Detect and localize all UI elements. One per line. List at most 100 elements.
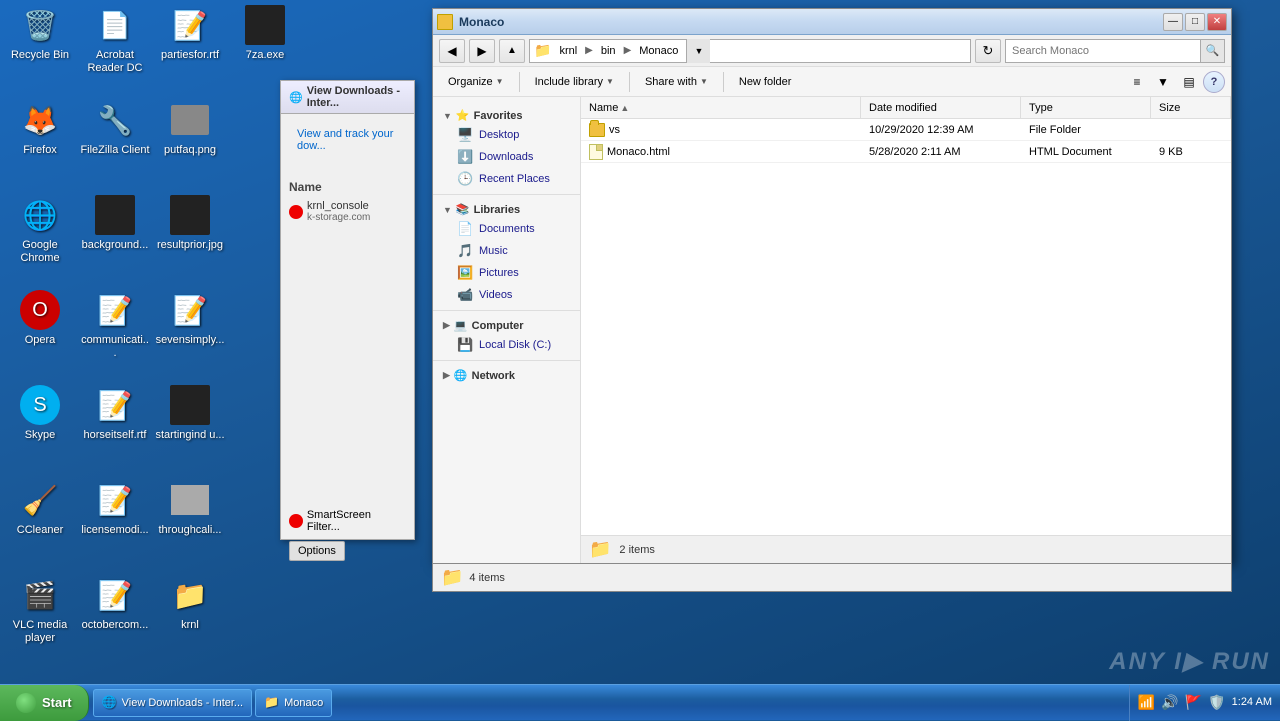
view-dropdown-button[interactable]: ▼ <box>1151 71 1175 93</box>
file-name-vs: vs <box>609 124 620 136</box>
downloads-panel-title-text: View Downloads - Inter... <box>307 85 406 109</box>
libraries-header[interactable]: ▼ 📚 Libraries <box>433 199 580 218</box>
search-input[interactable] <box>1006 45 1200 57</box>
organize-dropdown-arrow: ▼ <box>496 77 504 86</box>
help-button[interactable]: ? <box>1203 71 1225 93</box>
organize-button[interactable]: Organize ▼ <box>439 70 513 94</box>
address-dropdown-button[interactable]: ▼ <box>686 39 710 63</box>
desktop-icon-putfaq[interactable]: putfaq.png <box>155 100 225 157</box>
octobercom-icon: 📝 <box>95 575 135 615</box>
libraries-label: Libraries <box>474 204 520 216</box>
taskbar-tray: 📶 🔊 🚩 🛡️ 1:24 AM <box>1129 685 1280 721</box>
favorites-label: Favorites <box>474 110 523 122</box>
desktop-icon-octobercom[interactable]: 📝 octobercom... <box>80 575 150 632</box>
videos-nav-icon: 📹 <box>457 287 473 303</box>
share-with-dropdown-arrow: ▼ <box>700 77 708 86</box>
recent-nav-icon: 🕒 <box>457 171 473 187</box>
desktop-icon-ccleaner[interactable]: 🧹 CCleaner <box>5 480 75 537</box>
desktop-icon-firefox[interactable]: 🦊 Firefox <box>5 100 75 157</box>
sevensimply-label: sevensimply... <box>155 334 225 347</box>
nav-item-music[interactable]: 🎵 Music <box>433 240 580 262</box>
address-crumb-krnl[interactable]: krnl <box>555 40 581 62</box>
col-header-date[interactable]: Date modified <box>861 97 1021 118</box>
favorites-header[interactable]: ▼ ⭐ Favorites <box>433 105 580 124</box>
file-list: Name ▲ Date modified Type Size <box>581 97 1231 563</box>
taskbar-explorer-item[interactable]: 📁 Monaco <box>255 689 332 717</box>
desktop-icon-horseitself[interactable]: 📝 horseitself.rtf <box>80 385 150 442</box>
desktop-icon-throughcali[interactable]: throughcali... <box>155 480 225 537</box>
desktop-icon-vlc[interactable]: 🎬 VLC media player <box>5 575 75 645</box>
nav-local-disk-label: Local Disk (C:) <box>479 339 551 351</box>
nav-item-downloads[interactable]: ⬇️ Downloads <box>433 146 580 168</box>
refresh-button[interactable]: ↻ <box>975 39 1001 63</box>
network-header[interactable]: ▶ 🌐 Network <box>433 365 580 384</box>
nav-item-local-disk[interactable]: 💾 Local Disk (C:) <box>433 334 580 356</box>
col-header-name[interactable]: Name ▲ <box>581 97 861 118</box>
nav-item-recent[interactable]: 🕒 Recent Places <box>433 168 580 190</box>
desktop-icon-acrobat[interactable]: 📄 Acrobat Reader DC <box>80 5 150 75</box>
network-label: Network <box>472 370 515 382</box>
desktop-icon-communicati[interactable]: 📝 communicati... <box>80 290 150 360</box>
download-item[interactable]: krnl_console k-storage.com <box>289 198 406 225</box>
nav-item-documents[interactable]: 📄 Documents <box>433 218 580 240</box>
preview-pane-button[interactable]: ▤ <box>1177 71 1201 93</box>
status2-folder-icon: 📁 <box>441 567 463 588</box>
start-button[interactable]: Start <box>0 685 89 721</box>
desktop-icon-skype[interactable]: S Skype <box>5 385 75 442</box>
explorer-toolbar: ◀ ▶ ▲ 📁 krnl ▶ bin ▶ Monaco ▼ ↻ 🔍 <box>433 35 1231 67</box>
taskbar-ie-item[interactable]: 🌐 View Downloads - Inter... <box>93 689 252 717</box>
skype-icon: S <box>20 385 60 425</box>
options-button[interactable]: Options <box>289 541 345 561</box>
taskbar: Start 🌐 View Downloads - Inter... 📁 Mona… <box>0 684 1280 720</box>
file-date-vs: 10/29/2020 12:39 AM <box>869 124 974 136</box>
tray-network-icon[interactable]: 📶 <box>1138 694 1155 711</box>
desktop-icon-startingind[interactable]: startingind u... <box>155 385 225 442</box>
share-with-button[interactable]: Share with ▼ <box>636 70 717 94</box>
putfaq-icon <box>170 100 210 140</box>
desktop-icon-filezilla[interactable]: 🔧 FileZilla Client <box>80 100 150 157</box>
nav-item-pictures[interactable]: 🖼️ Pictures <box>433 262 580 284</box>
maximize-button[interactable]: □ <box>1185 13 1205 31</box>
close-button[interactable]: ✕ <box>1207 13 1227 31</box>
download-filename: krnl_console <box>307 200 370 212</box>
back-button[interactable]: ◀ <box>439 39 465 63</box>
desktop-icon-background[interactable]: background... <box>80 195 150 252</box>
file-date-monaco: 5/28/2020 2:11 AM <box>869 146 961 158</box>
tray-security-icon[interactable]: 🛡️ <box>1208 694 1225 711</box>
horseitself-label: horseitself.rtf <box>80 429 150 442</box>
tray-volume-icon[interactable]: 🔊 <box>1161 694 1178 711</box>
up-button[interactable]: ▲ <box>499 39 525 63</box>
desktop-icon-licensemod[interactable]: 📝 licensemodi... <box>80 480 150 537</box>
address-bar[interactable]: 📁 krnl ▶ bin ▶ Monaco ▼ <box>529 39 971 63</box>
nav-item-desktop[interactable]: 🖥️ Desktop <box>433 124 580 146</box>
file-row-vs[interactable]: vs 10/29/2020 12:39 AM File Folder <box>581 119 1231 141</box>
nav-item-videos[interactable]: 📹 Videos <box>433 284 580 306</box>
address-crumb-bin[interactable]: bin <box>597 40 620 62</box>
desktop-icon-opera[interactable]: O Opera <box>5 290 75 347</box>
desktop-icon-partiesfor[interactable]: 📝 partiesfor.rtf <box>155 5 225 62</box>
smartscreen-item[interactable]: SmartScreen Filter... <box>289 509 406 533</box>
minimize-button[interactable]: — <box>1163 13 1183 31</box>
new-folder-button[interactable]: New folder <box>730 70 801 94</box>
col-header-size[interactable]: Size <box>1151 97 1231 118</box>
address-crumb-monaco[interactable]: Monaco <box>635 40 682 62</box>
nav-divider-2 <box>433 310 580 311</box>
tray-flag-icon[interactable]: 🚩 <box>1185 694 1202 711</box>
view-list-button[interactable]: ≡ <box>1125 71 1149 93</box>
explorer-title-folder-icon <box>437 14 453 30</box>
explorer-title-text: Monaco <box>459 15 504 29</box>
desktop-icon-sevensimply[interactable]: 📝 sevensimply... <box>155 290 225 347</box>
include-library-button[interactable]: Include library ▼ <box>526 70 623 94</box>
explorer-status2: 📁 4 items <box>432 564 1232 592</box>
desktop-icon-7za[interactable]: 7za.exe <box>230 5 300 62</box>
file-row-monaco-html[interactable]: Monaco.html 5/28/2020 2:11 AM HTML Docum… <box>581 141 1231 163</box>
computer-header[interactable]: ▶ 💻 Computer <box>433 315 580 334</box>
desktop-icon-recycle-bin[interactable]: 🗑️ Recycle Bin <box>5 5 75 62</box>
forward-button[interactable]: ▶ <box>469 39 495 63</box>
search-button[interactable]: 🔍 <box>1200 40 1224 62</box>
desktop-icon-resultprior[interactable]: resultprior.jpg <box>155 195 225 252</box>
col-header-type[interactable]: Type <box>1021 97 1151 118</box>
organize-label: Organize <box>448 76 493 88</box>
desktop-icon-krnl[interactable]: 📁 krnl <box>155 575 225 632</box>
desktop-icon-chrome[interactable]: 🌐 Google Chrome <box>5 195 75 265</box>
